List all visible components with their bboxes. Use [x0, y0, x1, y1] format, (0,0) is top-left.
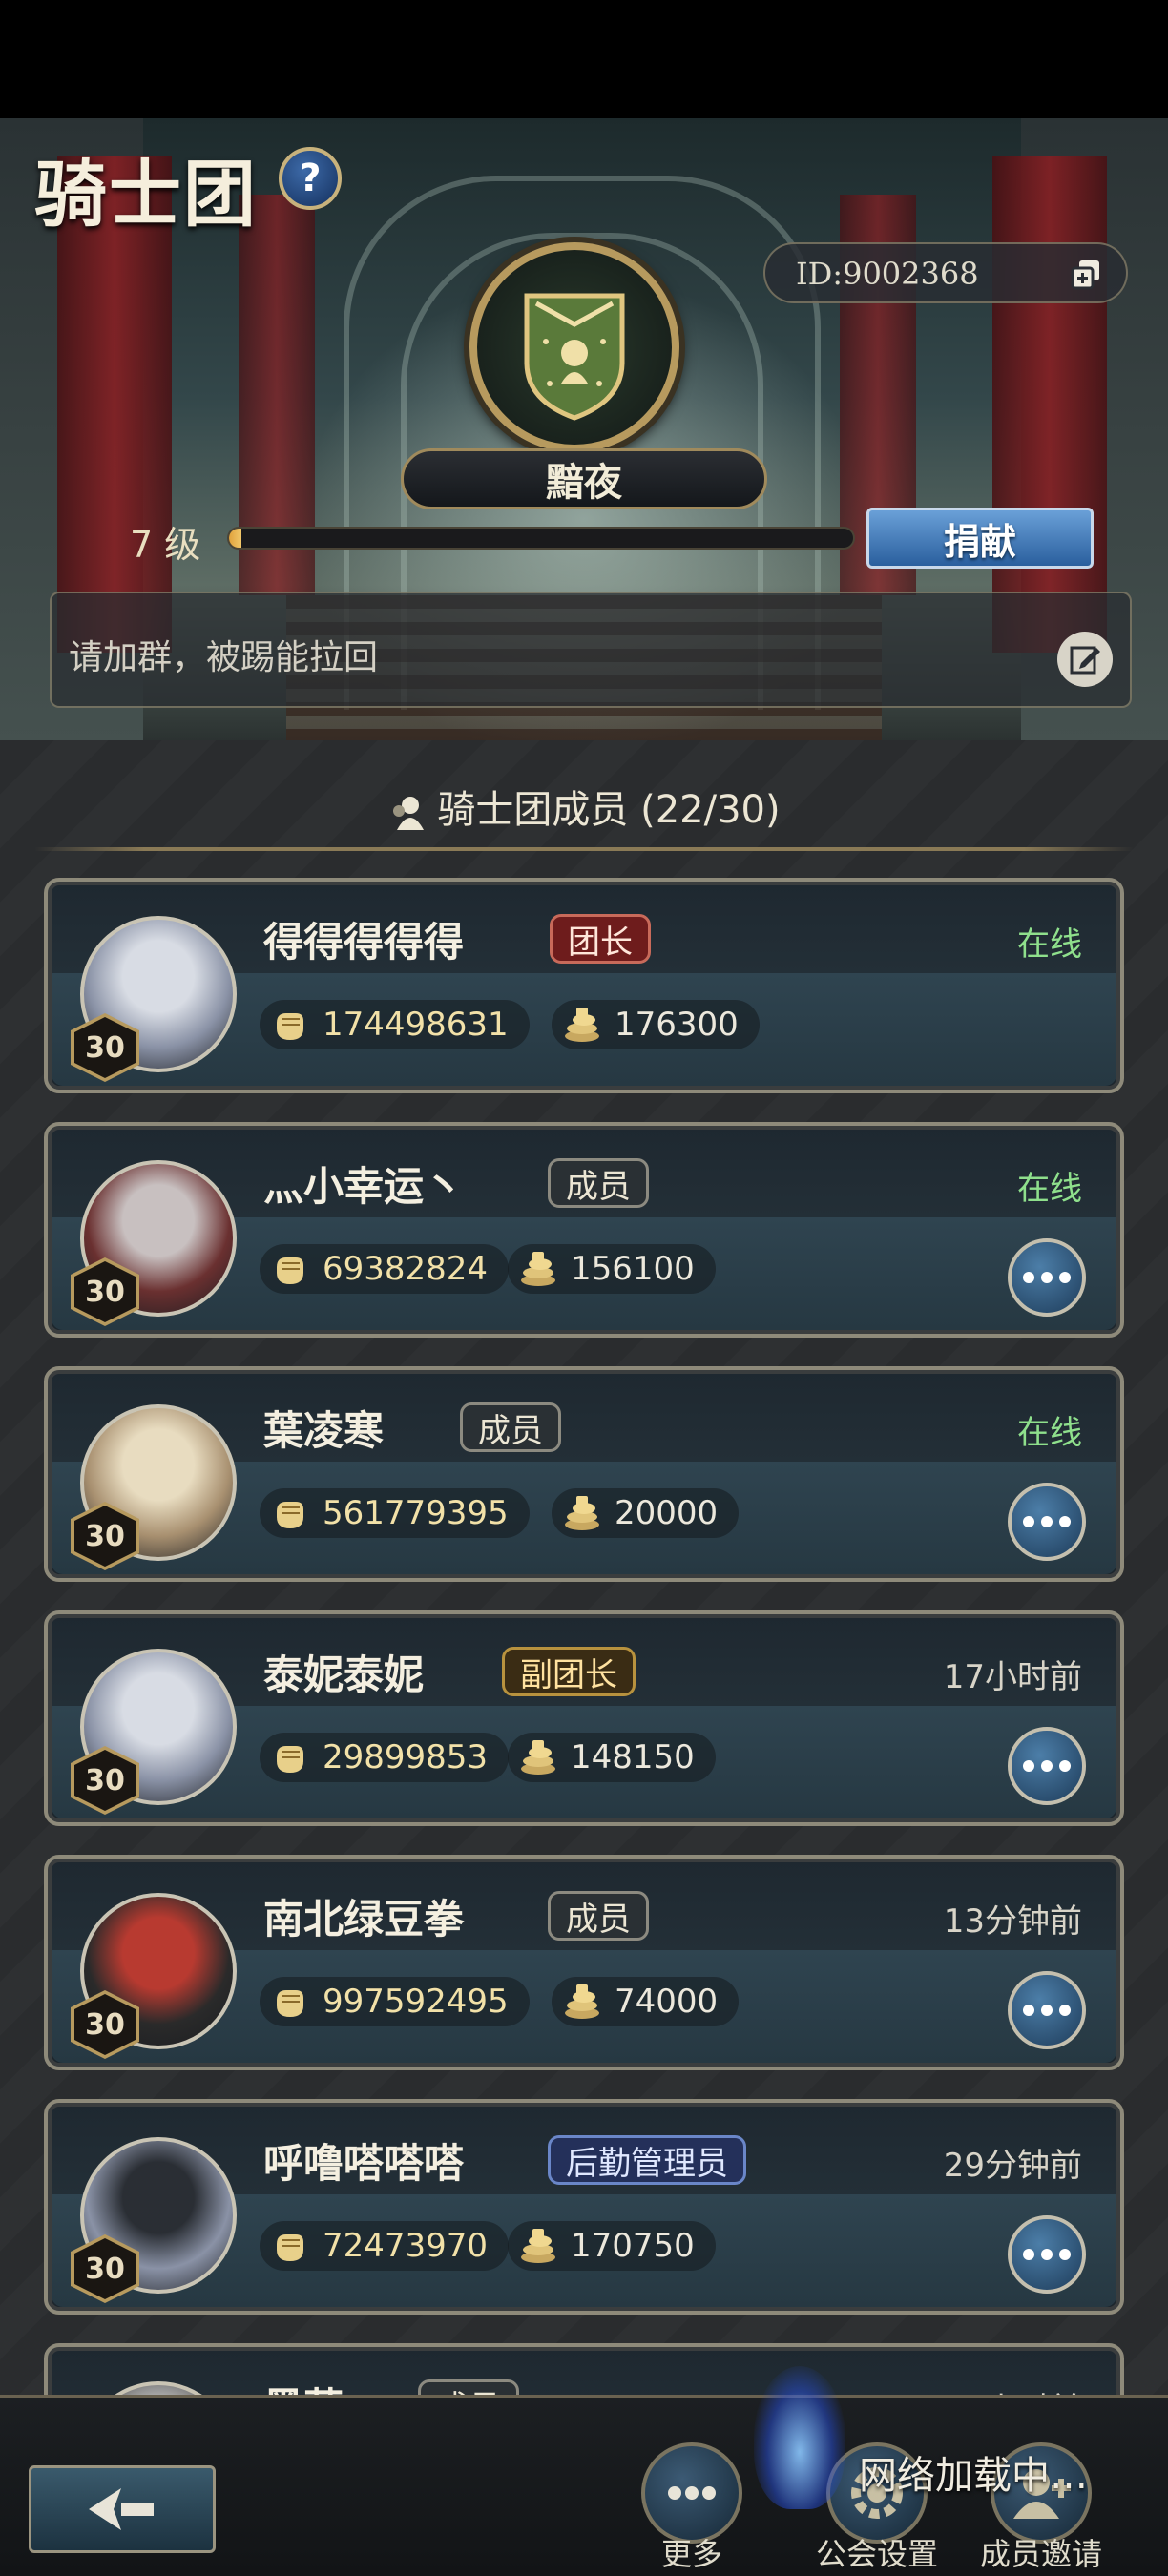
member-more-button[interactable]	[1008, 1483, 1086, 1561]
donate-button[interactable]: 捐献	[866, 508, 1094, 569]
member-status: 17小时前	[943, 1658, 1082, 1696]
member-more-button[interactable]	[1008, 2215, 1086, 2294]
power-value: 72473970	[323, 2227, 489, 2265]
power-value: 997592495	[323, 1983, 509, 2021]
contribution-value: 20000	[615, 1494, 719, 1532]
member-card[interactable]: 30 南北绿豆拳 成员 13分钟前 997592495 74000	[44, 1855, 1124, 2070]
member-card[interactable]: 30 灬小幸运丶 成员 在线 69382824 156100	[44, 1122, 1124, 1338]
members-heading: 骑士团成员 (22/30)	[0, 779, 1168, 834]
coin-stack-icon	[565, 1496, 599, 1530]
contribution-value: 176300	[615, 1006, 739, 1044]
edit-icon	[1070, 646, 1100, 675]
guild-name: 黯夜	[401, 448, 767, 509]
page-title: 骑士团	[34, 152, 258, 237]
copy-icon[interactable]	[1069, 258, 1103, 292]
divider	[34, 847, 1134, 851]
coin-stack-icon	[521, 1252, 555, 1286]
fist-icon	[277, 1502, 303, 1528]
more-icon	[668, 2486, 716, 2500]
contribution-stat: 20000	[552, 1488, 740, 1538]
guild-emblem	[469, 242, 679, 452]
guild-level: 7 级	[130, 524, 201, 566]
loading-flame-icon	[754, 2366, 845, 2509]
more-nav-button[interactable]	[641, 2442, 742, 2544]
member-card[interactable]: 30 得得得得得 团长 在线 174498631 176300	[44, 878, 1124, 1093]
back-button[interactable]	[29, 2465, 216, 2553]
contribution-stat: 156100	[508, 1244, 716, 1294]
loading-text: 网络加载中…	[859, 2454, 1088, 2498]
contribution-stat: 170750	[508, 2221, 716, 2271]
member-card[interactable]: 30 葉凌寒 成员 在线 561779395 20000	[44, 1366, 1124, 1582]
help-icon: ?	[299, 156, 322, 200]
member-status: 在线	[1017, 1170, 1082, 1208]
role-badge: 团长	[550, 914, 651, 964]
guild-id-box: ID:9002368	[763, 242, 1128, 303]
power-value: 174498631	[323, 1006, 509, 1044]
power-stat: 69382824	[260, 1244, 510, 1294]
members-icon	[393, 797, 425, 830]
help-button[interactable]: ?	[279, 147, 342, 210]
member-name: 呼噜嗒嗒嗒	[263, 2140, 465, 2187]
guild-notice: 请加群，被踢能拉回	[50, 592, 1132, 708]
power-stat: 72473970	[260, 2221, 510, 2271]
guild-exp-bar	[227, 527, 855, 550]
coin-stack-icon	[521, 2229, 555, 2263]
guild-id: ID:9002368	[796, 256, 979, 292]
role-badge: 成员	[548, 1891, 649, 1941]
more-nav-label: 更多	[660, 2536, 722, 2572]
member-more-button[interactable]	[1008, 1971, 1086, 2049]
coin-stack-icon	[521, 1740, 555, 1775]
role-badge: 副团长	[502, 1647, 636, 1696]
guild-settings-label: 公会设置	[815, 2536, 938, 2572]
status-bar	[0, 0, 1168, 118]
role-badge: 成员	[460, 1402, 561, 1452]
edit-notice-button[interactable]	[1057, 632, 1113, 687]
member-name: 泰妮泰妮	[263, 1652, 425, 1698]
power-value: 29899853	[323, 1738, 489, 1776]
member-name: 葉凌寒	[263, 1407, 385, 1454]
role-badge: 成员	[548, 1158, 649, 1208]
fist-icon	[277, 1013, 303, 1040]
contribution-stat: 148150	[508, 1733, 716, 1782]
contribution-stat: 176300	[552, 1000, 760, 1049]
power-stat: 997592495	[260, 1977, 530, 2026]
contribution-value: 170750	[571, 2227, 695, 2265]
power-stat: 174498631	[260, 1000, 530, 1049]
coin-stack-icon	[565, 1008, 599, 1042]
member-status: 在线	[1017, 1414, 1082, 1452]
coin-stack-icon	[565, 1984, 599, 2019]
member-card[interactable]: 30 泰妮泰妮 副团长 17小时前 29899853 148150	[44, 1610, 1124, 1826]
member-name: 灬小幸运丶	[263, 1163, 465, 1210]
shield-icon	[524, 293, 625, 421]
fist-icon	[277, 1990, 303, 2017]
member-name: 南北绿豆拳	[263, 1896, 465, 1942]
contribution-stat: 74000	[552, 1977, 740, 2026]
member-status: 13分钟前	[943, 1902, 1082, 1941]
members-heading-text: 骑士团成员 (22/30)	[437, 788, 781, 832]
role-badge: 后勤管理员	[548, 2135, 746, 2185]
fist-icon	[277, 1746, 303, 1773]
guild-exp-fill	[229, 529, 242, 548]
member-name: 得得得得得	[263, 919, 465, 966]
member-more-button[interactable]	[1008, 1727, 1086, 1805]
contribution-value: 156100	[571, 1250, 695, 1288]
power-value: 69382824	[323, 1250, 489, 1288]
contribution-value: 148150	[571, 1738, 695, 1776]
notice-text: 请加群，被踢能拉回	[69, 638, 379, 677]
fist-icon	[277, 1257, 303, 1284]
power-stat: 29899853	[260, 1733, 510, 1782]
power-value: 561779395	[323, 1494, 509, 1532]
member-status: 29分钟前	[943, 2147, 1082, 2185]
contribution-value: 74000	[615, 1983, 719, 2021]
back-arrow-icon	[89, 2488, 154, 2530]
member-invite-label: 成员邀请	[979, 2536, 1102, 2572]
power-stat: 561779395	[260, 1488, 530, 1538]
fist-icon	[277, 2234, 303, 2261]
member-more-button[interactable]	[1008, 1238, 1086, 1317]
member-status: 在线	[1017, 925, 1082, 964]
member-card[interactable]: 30 呼噜嗒嗒嗒 后勤管理员 29分钟前 72473970 170750	[44, 2099, 1124, 2315]
